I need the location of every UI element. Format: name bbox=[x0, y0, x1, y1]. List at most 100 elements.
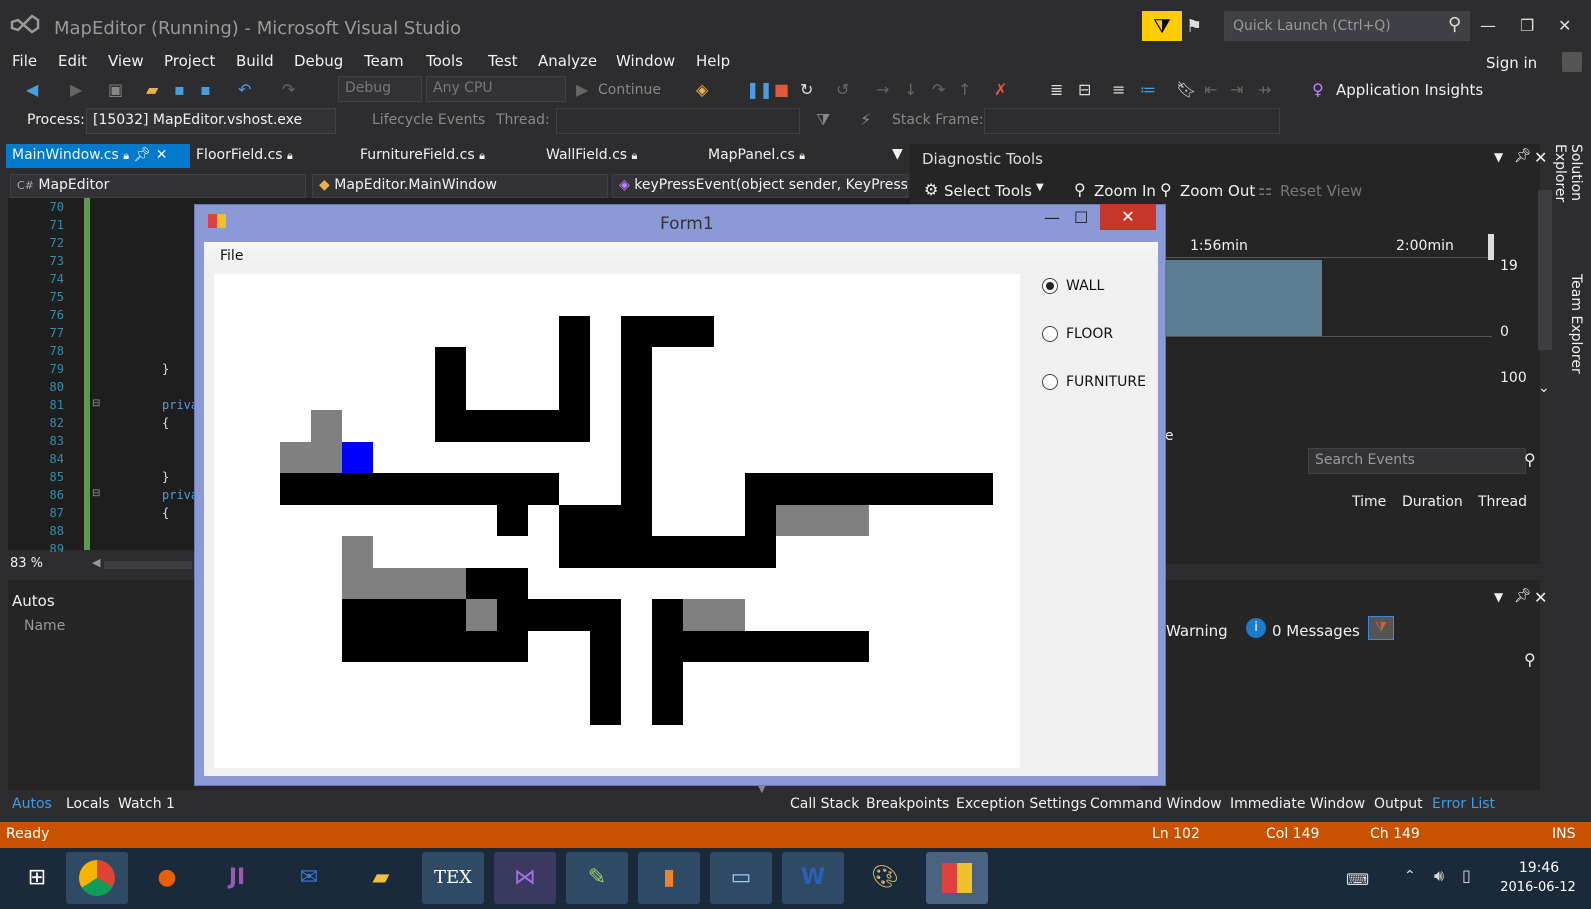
reset-view-button[interactable]: Reset View bbox=[1280, 182, 1362, 200]
wall-cell[interactable] bbox=[559, 504, 590, 536]
tab-call-stack[interactable]: Call Stack bbox=[790, 796, 859, 812]
undo-icon[interactable]: ↶ bbox=[238, 80, 251, 99]
wall-cell[interactable] bbox=[683, 536, 714, 568]
wall-cell[interactable] bbox=[373, 599, 404, 631]
solution-explorer-tab[interactable]: Solution Explorer bbox=[1552, 144, 1584, 256]
menu-analyze[interactable]: Analyze bbox=[538, 52, 597, 70]
stop-icon[interactable]: ■ bbox=[774, 80, 789, 99]
flag-threads-icon[interactable]: ⚡︎ bbox=[860, 110, 871, 129]
visualstudio-icon[interactable]: ⋈ bbox=[494, 852, 556, 904]
bookmark-icon[interactable]: 🔖︎ bbox=[1176, 80, 1196, 99]
reset-view-icon[interactable]: ⚏ bbox=[1258, 180, 1272, 199]
paint-icon[interactable]: 🎨︎ bbox=[854, 852, 916, 904]
wall-cell[interactable] bbox=[559, 599, 590, 631]
wall-cell[interactable] bbox=[373, 630, 404, 662]
menu-edit[interactable]: Edit bbox=[58, 52, 87, 70]
messages-filter[interactable]: 0 Messages bbox=[1272, 622, 1360, 640]
tab-furniturefield[interactable]: FurnitureField.cs 🔒︎ bbox=[354, 144, 491, 168]
step-out-icon[interactable]: ↷ bbox=[932, 80, 945, 99]
wall-cell[interactable] bbox=[435, 473, 466, 505]
member-nav-select[interactable]: ◈ keyPressEvent(object sender, KeyPressI bbox=[612, 174, 908, 198]
battery-icon[interactable]: ▯ bbox=[1462, 866, 1471, 885]
floor-cell[interactable] bbox=[714, 599, 745, 631]
keyboard-icon[interactable]: ⌨ bbox=[1346, 870, 1369, 889]
tex-icon[interactable]: TEX bbox=[422, 852, 484, 904]
floor-cell[interactable] bbox=[404, 567, 435, 599]
wall-cell[interactable] bbox=[466, 630, 497, 662]
vertical-scrollbar[interactable] bbox=[1538, 190, 1552, 350]
clear-bookmarks-icon[interactable]: ⇸ bbox=[1258, 80, 1271, 99]
wall-cell[interactable] bbox=[621, 410, 652, 442]
search-icon[interactable]: ⚲ bbox=[1524, 650, 1536, 669]
wall-cell[interactable] bbox=[621, 315, 652, 347]
tab-floorfield[interactable]: FloorField.cs 🔒︎ bbox=[190, 144, 299, 168]
redo-icon[interactable]: ↷ bbox=[282, 80, 295, 99]
wall-cell[interactable] bbox=[435, 599, 466, 631]
wall-cell[interactable] bbox=[559, 315, 590, 347]
restore-icon[interactable]: ❐ bbox=[1520, 16, 1534, 35]
wall-cell[interactable] bbox=[838, 473, 869, 505]
column-duration[interactable]: Duration bbox=[1402, 494, 1463, 510]
tab-immediate-window[interactable]: Immediate Window bbox=[1230, 796, 1365, 812]
wall-cell[interactable] bbox=[590, 693, 621, 725]
chrome-icon[interactable] bbox=[66, 852, 128, 904]
column-thread[interactable]: Thread bbox=[1478, 494, 1527, 510]
wall-cell[interactable] bbox=[311, 473, 342, 505]
wall-cell[interactable] bbox=[435, 630, 466, 662]
stack-frame-select[interactable] bbox=[984, 108, 1280, 134]
wall-cell[interactable] bbox=[528, 599, 559, 631]
step-over-icon[interactable]: ↓ bbox=[904, 80, 917, 99]
save-icon[interactable]: ▪ bbox=[174, 80, 185, 99]
wall-cell[interactable] bbox=[652, 536, 683, 568]
dropdown-icon[interactable]: ▼ bbox=[1494, 150, 1503, 164]
horizontal-scrollbar[interactable] bbox=[104, 561, 192, 569]
wall-cell[interactable] bbox=[621, 441, 652, 473]
filter-icon[interactable]: ⧩ bbox=[816, 110, 830, 130]
wall-cell[interactable] bbox=[528, 473, 559, 505]
wall-cell[interactable] bbox=[590, 662, 621, 694]
class-nav-select[interactable]: ◆ MapEditor.MainWindow bbox=[312, 174, 608, 198]
floor-label[interactable]: FLOOR bbox=[1066, 326, 1113, 342]
config-select[interactable]: Debug bbox=[338, 76, 422, 102]
minimize-icon[interactable]: — bbox=[1044, 208, 1060, 227]
select-tools-button[interactable]: Select Tools bbox=[944, 182, 1032, 200]
hot-reload-icon[interactable]: ↺ bbox=[836, 80, 849, 99]
jetbrains-icon[interactable]: JI bbox=[206, 852, 268, 904]
wall-cell[interactable] bbox=[652, 599, 683, 631]
furniture-label[interactable]: FURNITURE bbox=[1066, 374, 1146, 390]
tab-wallfield[interactable]: WallField.cs 🔒︎ bbox=[540, 144, 643, 168]
wall-cell[interactable] bbox=[900, 473, 931, 505]
wall-cell[interactable] bbox=[590, 536, 621, 568]
tab-command-window[interactable]: Command Window bbox=[1090, 796, 1222, 812]
dropdown-icon[interactable]: ▼ bbox=[1494, 590, 1503, 604]
new-project-icon[interactable]: ▣ bbox=[108, 80, 123, 99]
thunderbird-icon[interactable]: ✉ bbox=[278, 852, 340, 904]
process-select[interactable]: [15032] MapEditor.vshost.exe bbox=[86, 108, 336, 134]
search-icon[interactable]: ⚲ bbox=[1448, 14, 1461, 35]
search-icon[interactable]: ⚲ bbox=[1524, 450, 1536, 469]
wall-radio[interactable] bbox=[1042, 278, 1058, 294]
word-icon[interactable]: W bbox=[782, 852, 844, 904]
volume-icon[interactable]: 🔊︎ bbox=[1434, 866, 1444, 886]
forward-icon[interactable]: ▶ bbox=[70, 80, 82, 99]
wall-cell[interactable] bbox=[621, 504, 652, 536]
process-icon[interactable]: ◈ bbox=[696, 80, 708, 99]
wall-cell[interactable] bbox=[404, 630, 435, 662]
close-icon[interactable]: ✕ bbox=[1534, 148, 1547, 167]
continue-button[interactable]: Continue bbox=[598, 82, 661, 98]
zoom-out-icon[interactable]: ⚲ bbox=[1160, 180, 1172, 199]
floor-cell[interactable] bbox=[342, 567, 373, 599]
close-icon[interactable]: ✕ bbox=[1534, 588, 1547, 607]
start-icon[interactable]: ⊞ bbox=[6, 852, 68, 904]
wall-cell[interactable] bbox=[714, 630, 745, 662]
close-icon[interactable]: ✕ bbox=[1558, 16, 1571, 35]
wall-cell[interactable] bbox=[838, 630, 869, 662]
wall-cell[interactable] bbox=[745, 504, 776, 536]
column-time[interactable]: Time bbox=[1352, 494, 1386, 510]
tab-autos[interactable]: Autos bbox=[12, 796, 52, 812]
zoom-in-button[interactable]: Zoom In bbox=[1094, 182, 1156, 200]
wall-cell[interactable] bbox=[342, 630, 373, 662]
wall-cell[interactable] bbox=[559, 347, 590, 379]
pin-icon[interactable]: 📌︎ bbox=[134, 147, 152, 163]
wall-cell[interactable] bbox=[435, 347, 466, 379]
